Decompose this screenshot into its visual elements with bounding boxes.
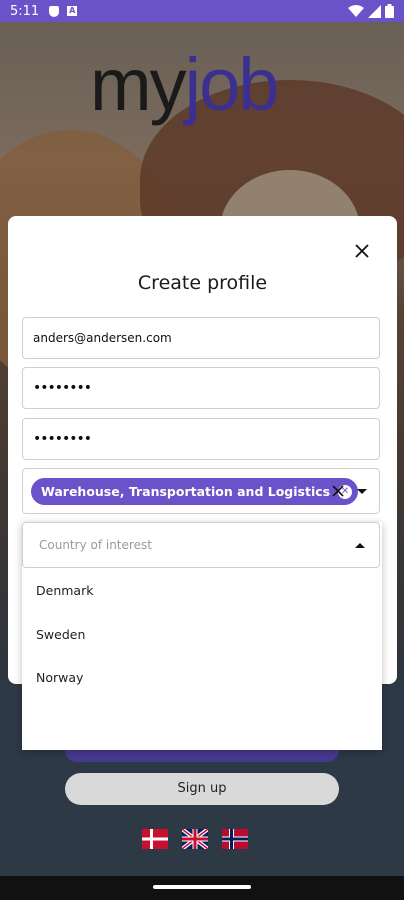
email-field[interactable]: anders@andersen.com [22,317,380,359]
close-icon[interactable] [351,240,373,262]
confirm-password-value: •••••••• [33,431,92,447]
shield-icon [49,5,60,17]
chevron-down-icon[interactable] [357,489,367,494]
country-dropdown: Country of interest Denmark Sweden Norwa… [22,522,382,750]
norwegian-flag-icon[interactable] [222,829,248,849]
chevron-up-icon[interactable] [355,543,365,548]
signal-icon [368,4,381,18]
password-value: •••••••• [33,380,92,396]
country-option-denmark[interactable]: Denmark [36,583,93,598]
category-select[interactable]: Warehouse, Transportation and Logistics … [22,468,380,514]
logo-part-job: job [184,43,280,126]
dialog-title: Create profile [137,272,268,294]
danish-flag-icon[interactable] [142,829,168,849]
uk-flag-icon[interactable] [182,829,208,849]
a-icon: A [67,6,78,16]
myjob-logo: myjob [90,48,279,122]
password-field[interactable]: •••••••• [22,367,380,409]
logo-part-my: my [90,43,187,126]
battery-icon [385,4,394,18]
confirm-password-field[interactable]: •••••••• [22,418,380,460]
country-select[interactable]: Country of interest [22,522,380,568]
home-gesture-bar[interactable] [153,885,251,889]
language-selector [142,829,248,849]
category-chip: Warehouse, Transportation and Logistics … [31,478,359,505]
login-button-edge[interactable] [65,750,339,762]
email-value: anders@andersen.com [33,331,172,345]
country-option-sweden[interactable]: Sweden [36,627,85,642]
sign-up-button[interactable]: Sign up [65,773,339,805]
clear-selection-icon[interactable] [331,484,345,498]
country-option-norway[interactable]: Norway [36,670,83,685]
wifi-icon [348,4,364,17]
status-bar: 5:11 A [0,0,404,22]
country-placeholder: Country of interest [39,538,152,552]
status-time: 5:11 [10,3,40,19]
category-chip-label: Warehouse, Transportation and Logistics [41,484,331,499]
